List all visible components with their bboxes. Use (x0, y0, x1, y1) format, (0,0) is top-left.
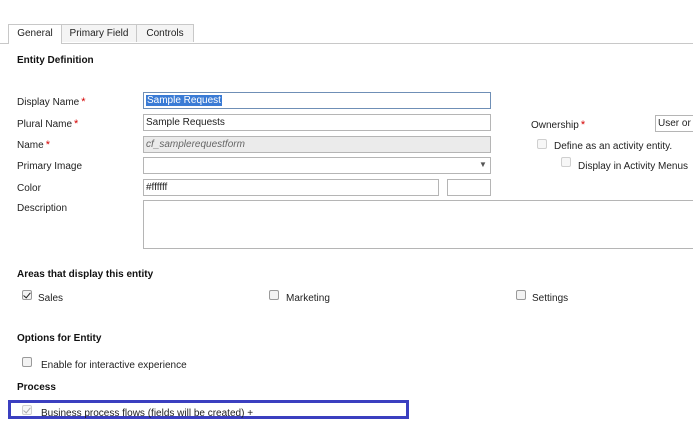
required-marker: * (74, 118, 79, 130)
tab-bar: General Primary Field Controls (0, 24, 693, 44)
activity-menus-checkbox[interactable] (561, 157, 571, 167)
name-input: cf_samplerequestform (143, 136, 491, 153)
required-marker: * (81, 96, 86, 108)
required-marker: * (45, 139, 50, 151)
sales-checkbox[interactable] (22, 290, 32, 300)
color-swatch[interactable] (447, 179, 491, 196)
plural-name-label: Plural Name * (17, 118, 78, 130)
plural-name-input[interactable]: Sample Requests (143, 114, 491, 131)
bpf-suffix: + (247, 408, 254, 419)
ownership-select[interactable]: User or (655, 115, 693, 132)
color-label: Color (17, 183, 41, 194)
process-heading: Process (17, 382, 56, 393)
description-textarea[interactable] (143, 200, 693, 249)
activity-menus-label: Display in Activity Menus (578, 161, 689, 172)
name-label-text: Name (17, 140, 44, 151)
dropdown-arrow-icon[interactable]: ▼ (479, 160, 487, 169)
ownership-label-text: Ownership (531, 120, 579, 131)
tab-primary-field-label: Primary Field (69, 28, 129, 39)
ownership-value: User or (658, 118, 691, 129)
bpf-label: Business process flows (fields will be c… (41, 408, 253, 419)
options-heading: Options for Entity (17, 333, 102, 344)
marketing-checkbox[interactable] (269, 290, 279, 300)
color-input[interactable]: #ffffff (143, 179, 439, 196)
entity-definition-heading: Entity Definition (17, 55, 94, 66)
display-name-value: Sample Request (146, 95, 222, 106)
display-name-label: Display Name * (17, 96, 86, 108)
marketing-label: Marketing (286, 293, 330, 304)
required-marker: * (580, 119, 586, 131)
activity-entity-checkbox[interactable] (537, 139, 547, 149)
display-name-label-text: Display Name (17, 97, 80, 108)
display-name-input[interactable]: Sample Request (143, 92, 491, 109)
bpf-checkbox (22, 405, 32, 415)
name-label: Name * (17, 139, 50, 151)
plural-name-value: Sample Requests (146, 117, 225, 128)
settings-checkbox[interactable] (516, 290, 526, 300)
name-value: cf_samplerequestform (146, 139, 245, 150)
tab-controls[interactable]: Controls (136, 24, 194, 42)
primary-image-select[interactable] (143, 157, 491, 174)
primary-image-label: Primary Image (17, 161, 83, 172)
plural-name-label-text: Plural Name (17, 119, 73, 130)
activity-entity-label: Define as an activity entity. (554, 141, 673, 152)
tab-general-label: General (17, 28, 53, 39)
tab-general[interactable]: General (8, 24, 62, 44)
description-label: Description (17, 203, 68, 214)
interactive-label: Enable for interactive experience (41, 360, 187, 371)
ownership-label: Ownership * (531, 119, 585, 131)
tab-controls-label: Controls (146, 28, 184, 39)
areas-heading: Areas that display this entity (17, 269, 154, 280)
interactive-checkbox[interactable] (22, 357, 32, 367)
bpf-label-text: Business process flows (fields will be c… (41, 408, 245, 419)
sales-label: Sales (38, 293, 64, 304)
settings-label: Settings (532, 293, 569, 304)
color-value: #ffffff (146, 182, 168, 193)
tab-primary-field[interactable]: Primary Field (61, 24, 137, 42)
